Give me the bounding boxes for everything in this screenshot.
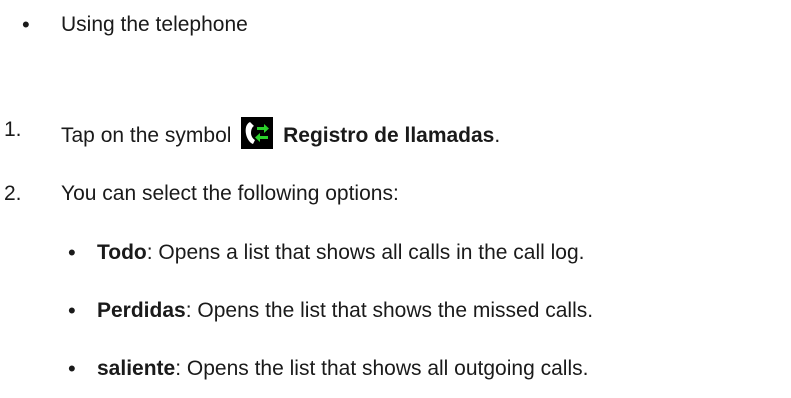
option-saliente: saliente: Opens the list that shows all … bbox=[97, 356, 588, 382]
option-name: Todo bbox=[97, 241, 147, 264]
option-description: : Opens the list that shows the missed c… bbox=[185, 299, 594, 322]
option-name: Perdidas bbox=[97, 299, 186, 322]
option-name: saliente bbox=[97, 357, 176, 380]
step-1-bold: Registro de llamadas bbox=[283, 124, 495, 147]
section-title: Using the telephone bbox=[61, 13, 248, 36]
step-number-1: 1. bbox=[4, 118, 22, 141]
option-bullet: • bbox=[68, 356, 76, 381]
option-description: : Opens a list that shows all calls in t… bbox=[146, 241, 585, 264]
step-1-suffix: . bbox=[494, 124, 501, 147]
bullet-marker: • bbox=[22, 12, 30, 37]
option-perdidas: Perdidas: Opens the list that shows the … bbox=[97, 298, 593, 324]
call-log-icon bbox=[241, 117, 274, 149]
step-2-text: You can select the following options: bbox=[61, 182, 399, 205]
step-number-2: 2. bbox=[4, 182, 22, 205]
option-bullet: • bbox=[68, 240, 76, 265]
option-description: : Opens the list that shows all outgoing… bbox=[175, 357, 589, 380]
step-1-text: Tap on the symbol Registro de llamadas. bbox=[61, 117, 500, 149]
option-bullet: • bbox=[68, 298, 76, 323]
step-1-prefix: Tap on the symbol bbox=[61, 124, 232, 147]
option-todo: Todo: Opens a list that shows all calls … bbox=[97, 240, 584, 266]
